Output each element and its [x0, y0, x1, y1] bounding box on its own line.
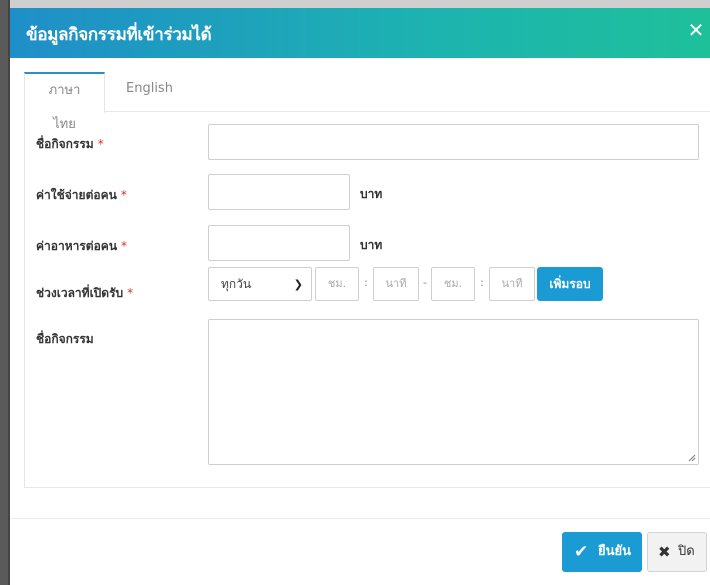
cost-per-person-label-text: ค่าใช้จ่ายต่อคน: [36, 188, 117, 202]
description-textarea[interactable]: [208, 319, 699, 465]
start-hour-input[interactable]: ชม.: [315, 267, 359, 301]
close-button[interactable]: ✖ ปิด: [647, 532, 707, 572]
open-period-label-text: ช่วงเวลาที่เปิดรับ: [36, 286, 124, 300]
required-mark: *: [121, 239, 128, 253]
description-label: ชื่อกิจกรรม: [36, 332, 94, 346]
activity-name-label: ชื่อกิจกรรม *: [36, 135, 104, 154]
cost-per-person-input[interactable]: [208, 174, 350, 210]
food-cost-label: ค่าอาหารต่อคน *: [36, 237, 127, 256]
time-dash: -: [423, 276, 427, 289]
day-select-value: ทุกวัน: [221, 277, 252, 291]
end-minute-input[interactable]: นาที: [489, 267, 535, 301]
cost-per-person-label: ค่าใช้จ่ายต่อคน *: [36, 186, 127, 205]
confirm-button[interactable]: ✔ ยืนยัน: [562, 532, 642, 572]
footer-divider: [10, 518, 710, 519]
page-backdrop: [0, 0, 10, 585]
required-mark: *: [97, 137, 104, 151]
close-label: ปิด: [678, 544, 695, 559]
close-icon: ✖: [658, 543, 671, 561]
time-colon: :: [480, 276, 484, 289]
time-colon: :: [364, 276, 368, 289]
form-panel: ชื่อกิจกรรม * ค่าใช้จ่ายต่อคน * บาท ค่าอาห…: [24, 112, 710, 488]
add-round-button[interactable]: เพิ่มรอบ: [537, 267, 603, 301]
required-mark: *: [120, 188, 127, 202]
tab-english[interactable]: English: [112, 72, 187, 112]
confirm-label: ยืนยัน: [598, 544, 632, 559]
end-hour-input[interactable]: ชม.: [431, 267, 475, 301]
close-icon[interactable]: ✕: [686, 18, 706, 42]
activity-modal: ข้อมูลกิจกรรมที่เข้าร่วมได้ ✕ ภาษาไทย En…: [10, 8, 710, 585]
activity-name-label-text: ชื่อกิจกรรม: [36, 137, 94, 151]
page-backdrop-top: [10, 0, 710, 8]
food-cost-label-text: ค่าอาหารต่อคน: [36, 239, 118, 253]
day-select[interactable]: ทุกวัน ❯: [208, 267, 312, 301]
tab-thai[interactable]: ภาษาไทย: [24, 72, 105, 132]
open-period-label: ช่วงเวลาที่เปิดรับ *: [36, 284, 133, 303]
activity-name-input[interactable]: [208, 124, 699, 160]
food-cost-input[interactable]: [208, 225, 350, 261]
modal-title: ข้อมูลกิจกรรมที่เข้าร่วมได้: [26, 25, 212, 45]
language-tabs: ภาษาไทย English: [24, 72, 710, 132]
cost-unit: บาท: [360, 187, 383, 201]
start-minute-input[interactable]: นาที: [373, 267, 419, 301]
check-icon: ✔: [574, 542, 589, 562]
food-cost-unit: บาท: [360, 238, 383, 252]
modal-header: ข้อมูลกิจกรรมที่เข้าร่วมได้ ✕: [10, 8, 710, 58]
required-mark: *: [127, 286, 134, 300]
chevron-down-icon: ❯: [293, 278, 303, 291]
resize-grip-icon[interactable]: [688, 454, 696, 462]
